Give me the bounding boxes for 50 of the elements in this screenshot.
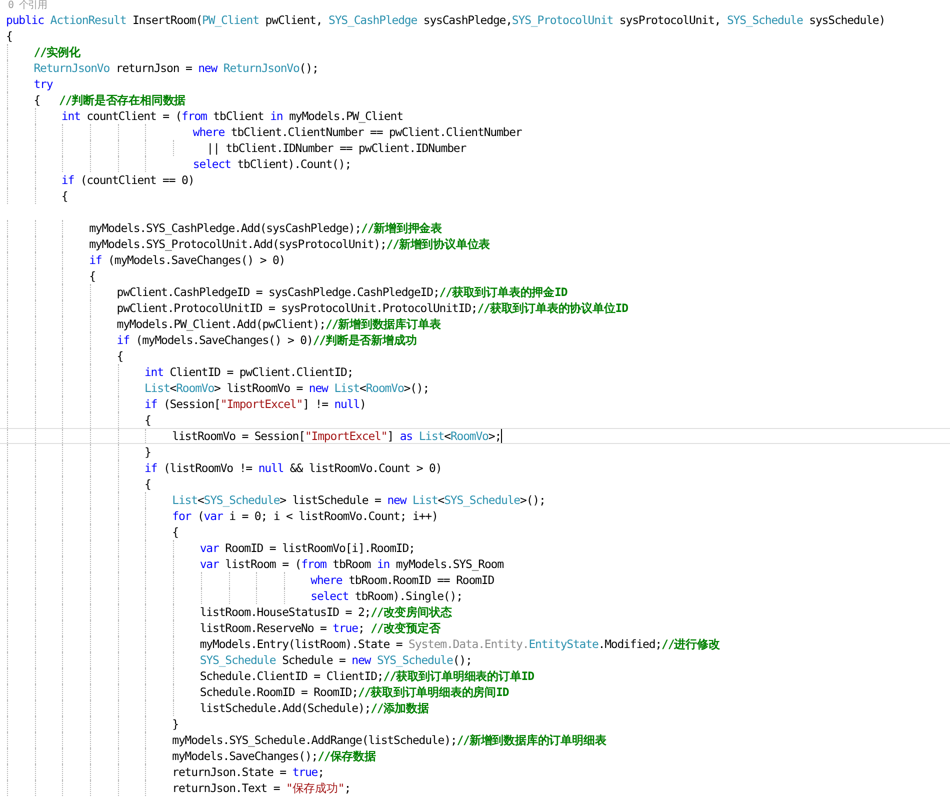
code-line: var RoomID = listRoomVo[i].RoomID; (200, 540, 415, 556)
code-line: myModels.SYS_ProtocolUnit.Add(sysProtocolUnit);//新增到协议单位表 (89, 236, 490, 252)
code-line: myModels.SaveChanges();//保存数据 (172, 748, 376, 764)
code-line: listSchedule.Add(Schedule);//添加数据 (200, 700, 429, 716)
code-line: where tbRoom.RoomID == RoomID (310, 572, 494, 588)
code-line: myModels.Entry(listRoom).State = System.Data.Entity.EntityState.Modified;//进行修改 (200, 636, 720, 652)
code-line: { (6, 28, 12, 44)
code-line: myModels.SYS_Schedule.AddRange(listSchedule);//新增到数据库的订单明细表 (172, 732, 606, 748)
code-line: { (61, 188, 68, 204)
code-line: { //判断是否存在相同数据 (34, 92, 186, 108)
code-line: try (34, 76, 53, 92)
code-line: listRoom.HouseStatusID = 2;//改变房间状态 (200, 604, 452, 620)
code-line: select tbClient).Count(); (192, 156, 352, 172)
code-line: var listRoom = (from tbRoom in myModels.SYS_Room (200, 556, 504, 572)
code-line: returnJson.State = true; (172, 764, 324, 780)
code-line: if (countClient == 0) (61, 172, 194, 188)
code-line: where tbClient.ClientNumber == pwClient.ClientNumber (192, 124, 522, 140)
reference-count[interactable]: 0 个引用 (0, 0, 950, 12)
code-line: pwClient.ProtocolUnitID = sysProtocolUnit.ProtocolUnitID;//获取到订单表的协议单位ID (116, 300, 628, 316)
code-line: if (listRoomVo != null && listRoomVo.Count > 0) (144, 460, 442, 476)
code-line: listRoomVo = Session["ImportExcel"] as List<RoomVo>; (172, 428, 502, 444)
code-line: List<RoomVo> listRoomVo = new List<RoomVo>(); (144, 380, 430, 396)
code-line: if (myModels.SaveChanges() > 0)//判断是否新增成功 (116, 332, 417, 348)
code-line: ReturnJsonVo returnJson = new ReturnJsonVo(); (34, 60, 318, 76)
code-line: listRoom.ReserveNo = true; //改变预定否 (200, 620, 440, 636)
code-line: { (144, 412, 151, 428)
code-line: } (144, 444, 151, 460)
code-line: public ActionResult InsertRoom(PW_Client pwClient, SYS_CashPledge sysCashPledge,SYS_ProtocolUnit sysProtocolUnit, SYS_Schedule sysSchedule) (6, 12, 886, 28)
code-line: myModels.PW_Client.Add(pwClient);//新增到数据库订单表 (116, 316, 441, 332)
code-line: { (172, 524, 178, 540)
code-line: Schedule.RoomID = RoomID;//获取到订单明细表的房间ID (200, 684, 509, 700)
code-line: if (myModels.SaveChanges() > 0) (89, 252, 286, 268)
code-line: { (89, 268, 96, 284)
code-line: returnJson.Text = "保存成功"; (172, 780, 351, 796)
code-line: if (Session["ImportExcel"] != null) (144, 396, 366, 412)
code-line: for (var i = 0; i < listRoomVo.Count; i++) (172, 508, 438, 524)
code-line: pwClient.CashPledgeID = sysCashPledge.CashPledgeID;//获取到订单表的押金ID (116, 284, 568, 300)
code-line: { (144, 476, 151, 492)
code-line: List<SYS_Schedule> listSchedule = new List<SYS_Schedule>(); (172, 492, 546, 508)
code-line: select tbRoom).Single(); (310, 588, 462, 604)
code-line: myModels.SYS_CashPledge.Add(sysCashPledge);//新增到押金表 (89, 220, 442, 236)
code-line: || tbClient.IDNumber == pwClient.IDNumber (206, 140, 466, 156)
code-line: //实例化 (34, 44, 81, 60)
code-line: int countClient = (from tbClient in myModels.PW_Client (61, 108, 403, 124)
code-line: } (172, 716, 178, 732)
code-line: Schedule.ClientID = ClientID;//获取到订单明细表的订单ID (200, 668, 534, 684)
code-line: { (116, 348, 124, 364)
code-line: int ClientID = pwClient.ClientID; (144, 364, 354, 380)
text-cursor (501, 429, 502, 443)
code-line: SYS_Schedule Schedule = new SYS_Schedule(); (200, 652, 472, 668)
